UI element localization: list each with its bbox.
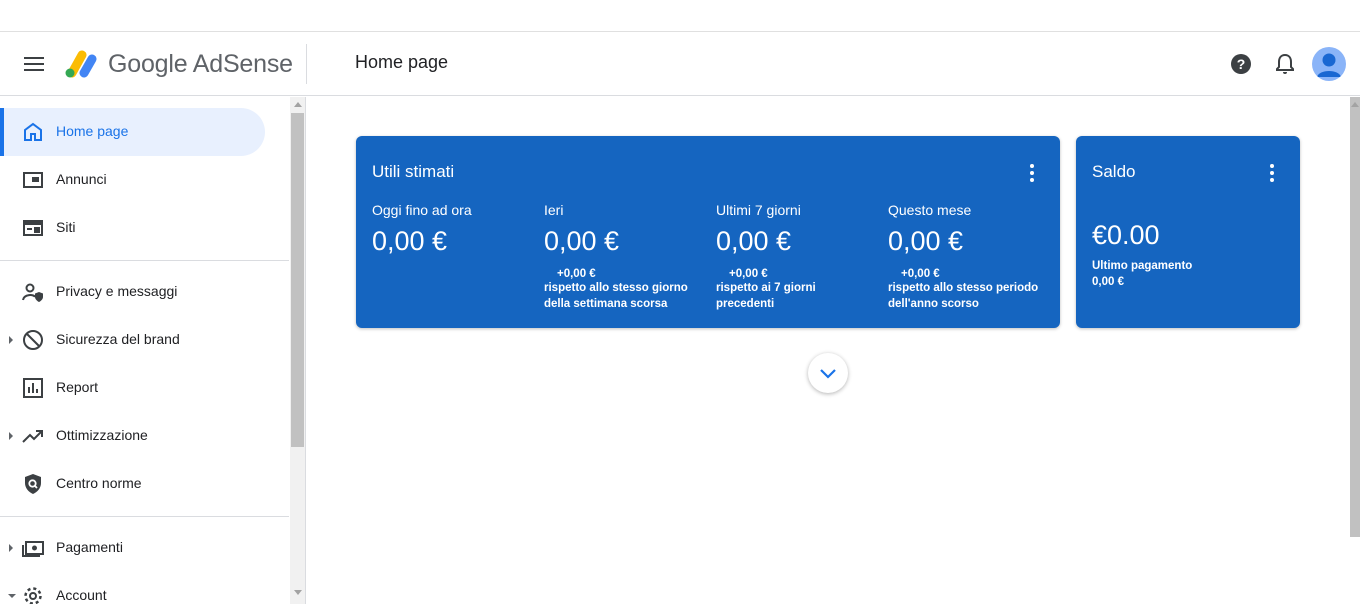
sidebar-item-brand-safety[interactable]: Sicurezza del brand bbox=[0, 316, 265, 364]
report-icon bbox=[23, 378, 43, 398]
sidebar-item-label: Pagamenti bbox=[56, 539, 123, 555]
browser-top-strip bbox=[0, 0, 1360, 32]
metric-label: Oggi fino ad ora bbox=[372, 202, 472, 218]
metric-label: Ultimi 7 giorni bbox=[716, 202, 801, 218]
adsense-logo[interactable]: Google AdSense bbox=[64, 46, 293, 82]
sidebar-item-sites[interactable]: Siti bbox=[0, 204, 265, 252]
collapse-caret-icon bbox=[8, 594, 16, 598]
gear-icon bbox=[24, 587, 42, 604]
expand-caret-icon bbox=[9, 544, 13, 552]
sidebar-item-report[interactable]: Report bbox=[0, 364, 265, 412]
sidebar-scrollbar-thumb[interactable] bbox=[291, 113, 304, 447]
last-payment-label: Ultimo pagamento bbox=[1092, 260, 1193, 272]
metric-label: Ieri bbox=[544, 202, 564, 218]
policy-shield-icon bbox=[25, 474, 41, 494]
svg-text:?: ? bbox=[1237, 56, 1246, 72]
sidebar-item-label: Annunci bbox=[56, 171, 107, 187]
hamburger-menu-icon bbox=[24, 57, 44, 71]
earnings-card-menu-button[interactable] bbox=[1024, 164, 1040, 182]
metric-comparison: rispetto allo stesso periodo dell'anno s… bbox=[888, 282, 1039, 310]
metric-comparison: rispetto allo stesso giorno della settim… bbox=[544, 282, 688, 310]
privacy-icon bbox=[22, 283, 43, 302]
help-icon: ? bbox=[1231, 54, 1251, 74]
metric-label: Questo mese bbox=[888, 202, 972, 218]
metric-yesterday: Ieri 0,00 € +0,00 € rispetto allo stesso… bbox=[544, 202, 709, 312]
sidebar-item-optimization[interactable]: Ottimizzazione bbox=[0, 412, 265, 460]
balance-card-menu-button[interactable] bbox=[1264, 164, 1280, 182]
metric-this-month: Questo mese 0,00 € +0,00 € rispetto allo… bbox=[888, 202, 1053, 312]
metric-value: 0,00 € bbox=[888, 226, 964, 256]
sidebar-item-label: Sicurezza del brand bbox=[56, 331, 180, 347]
expand-cards-button[interactable] bbox=[808, 353, 848, 393]
bell-icon bbox=[1276, 53, 1294, 74]
app-header: Google AdSense Home page ? bbox=[0, 32, 1360, 96]
sidebar-item-label: Report bbox=[56, 379, 99, 395]
sidebar-item-home[interactable]: Home page bbox=[0, 108, 265, 156]
sidebar-divider bbox=[0, 516, 289, 517]
sidebar-item-label: Account bbox=[56, 587, 107, 603]
metric-delta: +0,00 € bbox=[901, 268, 940, 280]
sidebar-divider bbox=[0, 260, 289, 261]
sites-icon bbox=[23, 220, 43, 236]
notifications-button[interactable] bbox=[1269, 48, 1301, 80]
more-vert-icon bbox=[1270, 164, 1274, 168]
sidebar-item-label: Ottimizzazione bbox=[56, 427, 148, 443]
brand-name: Google AdSense bbox=[108, 49, 293, 78]
main-menu-button[interactable] bbox=[18, 48, 50, 80]
estimated-earnings-card: Utili stimati Oggi fino ad ora 0,00 € Ie… bbox=[356, 136, 1060, 328]
metric-delta: +0,00 € bbox=[557, 268, 596, 280]
metric-today: Oggi fino ad ora 0,00 € bbox=[372, 202, 537, 257]
sidebar-nav: Home page Annunci Siti Privacy e messagg… bbox=[0, 97, 306, 604]
page-title: Home page bbox=[355, 52, 449, 72]
home-icon bbox=[24, 122, 42, 141]
payments-icon bbox=[22, 541, 44, 557]
sidebar-item-payments[interactable]: Pagamenti bbox=[0, 524, 265, 572]
sidebar-item-label: Privacy e messaggi bbox=[56, 283, 178, 299]
balance-card: Saldo €0.00 Ultimo pagamento 0,00 € bbox=[1076, 136, 1300, 328]
header-divider bbox=[306, 44, 307, 84]
sidebar-item-label: Home page bbox=[56, 123, 129, 139]
metric-value: 0,00 € bbox=[544, 226, 620, 256]
metric-comparison: rispetto ai 7 giorni precedenti bbox=[716, 282, 816, 310]
main-scrollbar-thumb[interactable] bbox=[1350, 97, 1360, 537]
chevron-down-icon bbox=[820, 369, 836, 379]
last-payment-value: 0,00 € bbox=[1092, 276, 1124, 288]
expand-caret-icon bbox=[9, 336, 13, 344]
scroll-down-arrow-icon[interactable] bbox=[294, 590, 302, 595]
trending-icon bbox=[22, 430, 43, 443]
scroll-up-arrow-icon[interactable] bbox=[294, 102, 302, 107]
help-button[interactable]: ? bbox=[1225, 48, 1257, 80]
sidebar-item-account[interactable]: Account bbox=[0, 572, 265, 604]
expand-caret-icon bbox=[9, 432, 13, 440]
card-title: Saldo bbox=[1092, 162, 1136, 181]
ads-icon bbox=[23, 172, 43, 188]
user-avatar-icon bbox=[1317, 53, 1341, 77]
metric-value: 0,00 € bbox=[716, 226, 792, 256]
sidebar-item-privacy[interactable]: Privacy e messaggi bbox=[0, 268, 265, 316]
adsense-logo-icon bbox=[65, 50, 97, 78]
metric-delta: +0,00 € bbox=[729, 268, 768, 280]
sidebar-item-label: Centro norme bbox=[56, 475, 142, 491]
main-scroll-up-arrow-icon[interactable] bbox=[1351, 102, 1359, 107]
sidebar-item-policy-center[interactable]: Centro norme bbox=[0, 460, 265, 508]
sidebar-item-label: Siti bbox=[56, 219, 76, 235]
more-vert-icon bbox=[1030, 164, 1034, 168]
balance-value: €0.00 bbox=[1092, 220, 1160, 250]
metric-value: 0,00 € bbox=[372, 226, 448, 256]
account-avatar[interactable] bbox=[1312, 47, 1346, 81]
sidebar-item-ads[interactable]: Annunci bbox=[0, 156, 265, 204]
block-icon bbox=[23, 330, 43, 350]
card-title: Utili stimati bbox=[372, 162, 455, 181]
metric-last-7-days: Ultimi 7 giorni 0,00 € +0,00 € rispetto … bbox=[716, 202, 881, 312]
